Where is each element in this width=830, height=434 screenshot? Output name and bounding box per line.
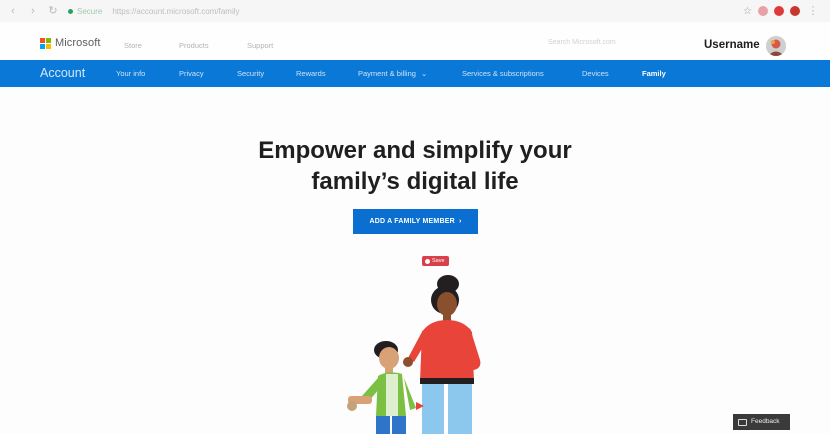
extension-icon[interactable] [790,6,800,16]
hero-title-line2: family’s digital life [311,168,519,195]
url-text: https://account.microsoft.com/family [112,6,240,16]
pinterest-icon [425,258,430,264]
user-avatar-icon[interactable] [766,36,786,56]
feedback-button[interactable]: Feedback [733,414,790,430]
family-illustration [330,270,510,434]
tab-services-subscriptions[interactable]: Services & subscriptions [462,69,544,78]
hero-title-line1: Empower and simplify your [258,137,572,164]
tab-privacy[interactable]: Privacy [179,69,204,78]
header-link-store[interactable]: Store [124,41,142,50]
header-link-products[interactable]: Products [179,41,209,50]
save-label: Save [432,258,445,264]
search-input[interactable]: Search Microsoft.com [548,39,666,50]
forward-icon[interactable]: › [26,4,40,18]
address-bar[interactable]: Secure https://account.microsoft.com/fam… [68,3,240,19]
site-header: Microsoft Store Products Support Search … [0,22,830,60]
menu-icon[interactable]: ⋮ [806,4,820,18]
secure-label: Secure [77,6,103,16]
reload-icon[interactable]: ↻ [46,4,60,18]
extension-icon[interactable] [758,6,768,16]
bookmark-star-icon[interactable]: ☆ [743,6,752,17]
tab-rewards[interactable]: Rewards [296,69,326,78]
chevron-right-icon: › [458,218,462,225]
browser-toolbar: ‹ › ↻ Secure https://account.microsoft.c… [0,0,830,22]
lock-icon [68,8,73,14]
add-family-member-label: ADD A FAMILY MEMBER [369,218,455,225]
back-icon[interactable]: ‹ [6,4,20,18]
save-button[interactable]: Save [422,256,449,266]
tab-payment-billing[interactable]: Payment & billing ⌄ [358,69,427,78]
feedback-label: Feedback [751,418,780,425]
add-family-member-button[interactable]: ADD A FAMILY MEMBER › [353,209,478,234]
tab-your-info[interactable]: Your info [116,69,145,78]
tab-devices[interactable]: Devices [582,69,609,78]
microsoft-logo[interactable]: Microsoft [40,37,101,49]
account-nav: Account Your info Privacy Security Rewar… [0,60,830,87]
header-link-support[interactable]: Support [247,41,273,50]
username[interactable]: Username [704,39,760,51]
tab-payment-billing-label: Payment & billing [358,69,416,78]
microsoft-logo-icon [40,37,51,49]
logo-text: Microsoft [55,37,101,49]
chevron-down-icon: ⌄ [421,69,428,78]
feedback-icon [738,418,747,426]
account-title[interactable]: Account [40,66,85,80]
extension-icon[interactable] [774,6,784,16]
tab-security[interactable]: Security [237,69,264,78]
tab-family[interactable]: Family [642,69,666,78]
